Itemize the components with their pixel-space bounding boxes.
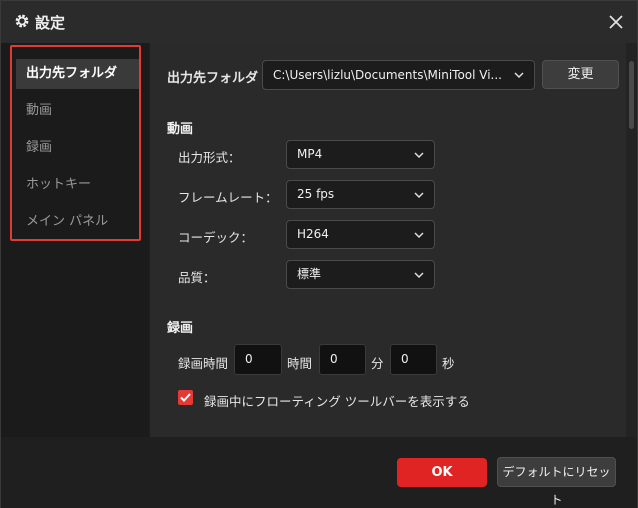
codec-value: H264 (297, 227, 329, 241)
minutes-input[interactable]: 0 (319, 344, 366, 375)
quality-value: 標準 (297, 267, 322, 281)
hours-input[interactable]: 0 (234, 344, 282, 375)
ok-button[interactable]: OK (397, 458, 487, 487)
output-folder-label: 出力先フォルダ (167, 71, 259, 86)
quality-select[interactable]: 標準 (286, 260, 435, 289)
sidebar-item-video[interactable]: 動画 (16, 96, 139, 126)
sidebar-item-output-folder[interactable]: 出力先フォルダ (16, 59, 139, 89)
sidebar-item-hotkeys[interactable]: ホットキー (16, 170, 139, 200)
sidebar-item-main-panel[interactable]: メイン パネル (16, 207, 139, 237)
chevron-down-icon (514, 72, 524, 79)
dialog-title: 設定 (35, 14, 66, 32)
output-folder-select[interactable]: C:\Users\lizlu\Documents\MiniTool Vi... (262, 60, 535, 90)
codec-select[interactable]: H264 (286, 220, 435, 249)
quality-label: 品質： (178, 270, 216, 285)
format-value: MP4 (297, 147, 323, 161)
reset-defaults-button[interactable]: デフォルトにリセット (497, 457, 616, 507)
sidebar-item-recording[interactable]: 録画 (16, 133, 139, 163)
format-select[interactable]: MP4 (286, 140, 435, 169)
seconds-input[interactable]: 0 (390, 344, 437, 375)
chevron-down-icon (414, 152, 424, 159)
sidebar: 出力先フォルダ 動画 録画 ホットキー メイン パネル (1, 43, 149, 437)
change-folder-button[interactable]: 変更 (542, 60, 619, 89)
chevron-down-icon (414, 192, 424, 199)
duration-label: 録画時間 (178, 356, 229, 371)
seconds-unit: 秒 (442, 356, 455, 371)
minutes-unit: 分 (371, 356, 384, 371)
hours-unit: 時間 (287, 356, 313, 371)
chevron-down-icon (414, 272, 424, 279)
video-section-title: 動画 (167, 122, 194, 137)
floating-toolbar-checkbox[interactable] (178, 390, 193, 405)
settings-dialog: 設定 出力先フォルダ 動画 録画 ホットキー メイン パネル 出力先フォルダ C… (0, 0, 638, 508)
framerate-select[interactable]: 25 fps (286, 180, 435, 209)
checkmark-icon (180, 393, 191, 402)
format-label: 出力形式： (178, 150, 241, 165)
floating-toolbar-label[interactable]: 録画中にフローティング ツールバーを表示する (204, 391, 470, 410)
gear-icon (15, 14, 29, 28)
framerate-value: 25 fps (297, 187, 335, 201)
title-bar: 設定 (1, 1, 637, 43)
framerate-label: フレームレート： (178, 190, 278, 205)
recording-section-title: 録画 (167, 321, 194, 336)
output-folder-path: C:\Users\lizlu\Documents\MiniTool Vi... (273, 68, 502, 82)
sidebar-nav: 出力先フォルダ 動画 録画 ホットキー メイン パネル (10, 45, 141, 241)
codec-label: コーデック： (178, 230, 254, 245)
scrollbar-thumb[interactable] (629, 61, 634, 129)
close-icon[interactable] (604, 10, 628, 34)
chevron-down-icon (414, 232, 424, 239)
